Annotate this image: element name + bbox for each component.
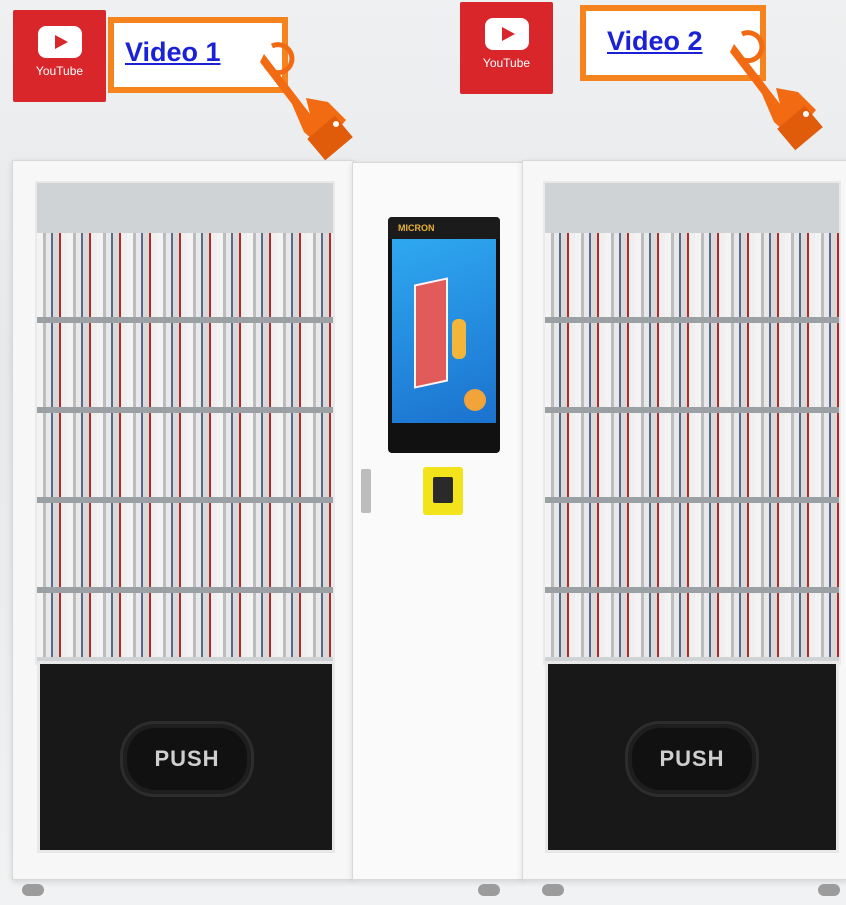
caster-wheel	[542, 884, 564, 896]
product-shelf	[545, 233, 839, 317]
right-push-button[interactable]: PUSH	[625, 721, 759, 797]
product-shelf	[37, 233, 333, 317]
caster-wheel	[22, 884, 44, 896]
right-cabinet: PUSH	[522, 160, 846, 880]
play-icon	[484, 18, 529, 50]
coin-acceptor[interactable]	[423, 467, 463, 515]
left-glass-panel	[35, 181, 335, 665]
screen-brand: MICRON	[388, 217, 500, 239]
product-shelf	[37, 413, 333, 497]
door-lock	[361, 469, 371, 513]
screen-display	[392, 239, 496, 423]
coin-slot-icon	[433, 477, 453, 503]
left-cabinet: PUSH	[12, 160, 354, 880]
youtube-label: YouTube	[35, 64, 84, 78]
caster-wheel	[478, 884, 500, 896]
product-shelf	[37, 503, 333, 587]
youtube-label: YouTube	[482, 56, 531, 70]
product-shelf	[545, 593, 839, 657]
pointing-hand-icon	[260, 42, 353, 160]
youtube-badge-1[interactable]: YouTube	[13, 10, 106, 102]
product-shelf	[545, 503, 839, 587]
product-shelf	[37, 593, 333, 657]
play-icon	[37, 26, 82, 58]
person-illustration	[452, 319, 466, 359]
caster-wheel	[818, 884, 840, 896]
vending-illustration	[414, 277, 448, 389]
product-shelf	[37, 323, 333, 407]
video-2-link[interactable]: Video 2	[607, 26, 703, 57]
youtube-badge-2[interactable]: YouTube	[460, 2, 553, 94]
right-glass-panel	[543, 181, 841, 665]
video-1-link[interactable]: Video 1	[125, 37, 221, 68]
left-push-button[interactable]: PUSH	[120, 721, 254, 797]
card-reader-slot	[424, 413, 448, 447]
coin-icon	[464, 389, 486, 411]
pointing-hand-icon	[730, 30, 823, 151]
center-panel: MICRON	[352, 162, 524, 880]
product-shelf	[545, 323, 839, 407]
product-shelf	[545, 413, 839, 497]
